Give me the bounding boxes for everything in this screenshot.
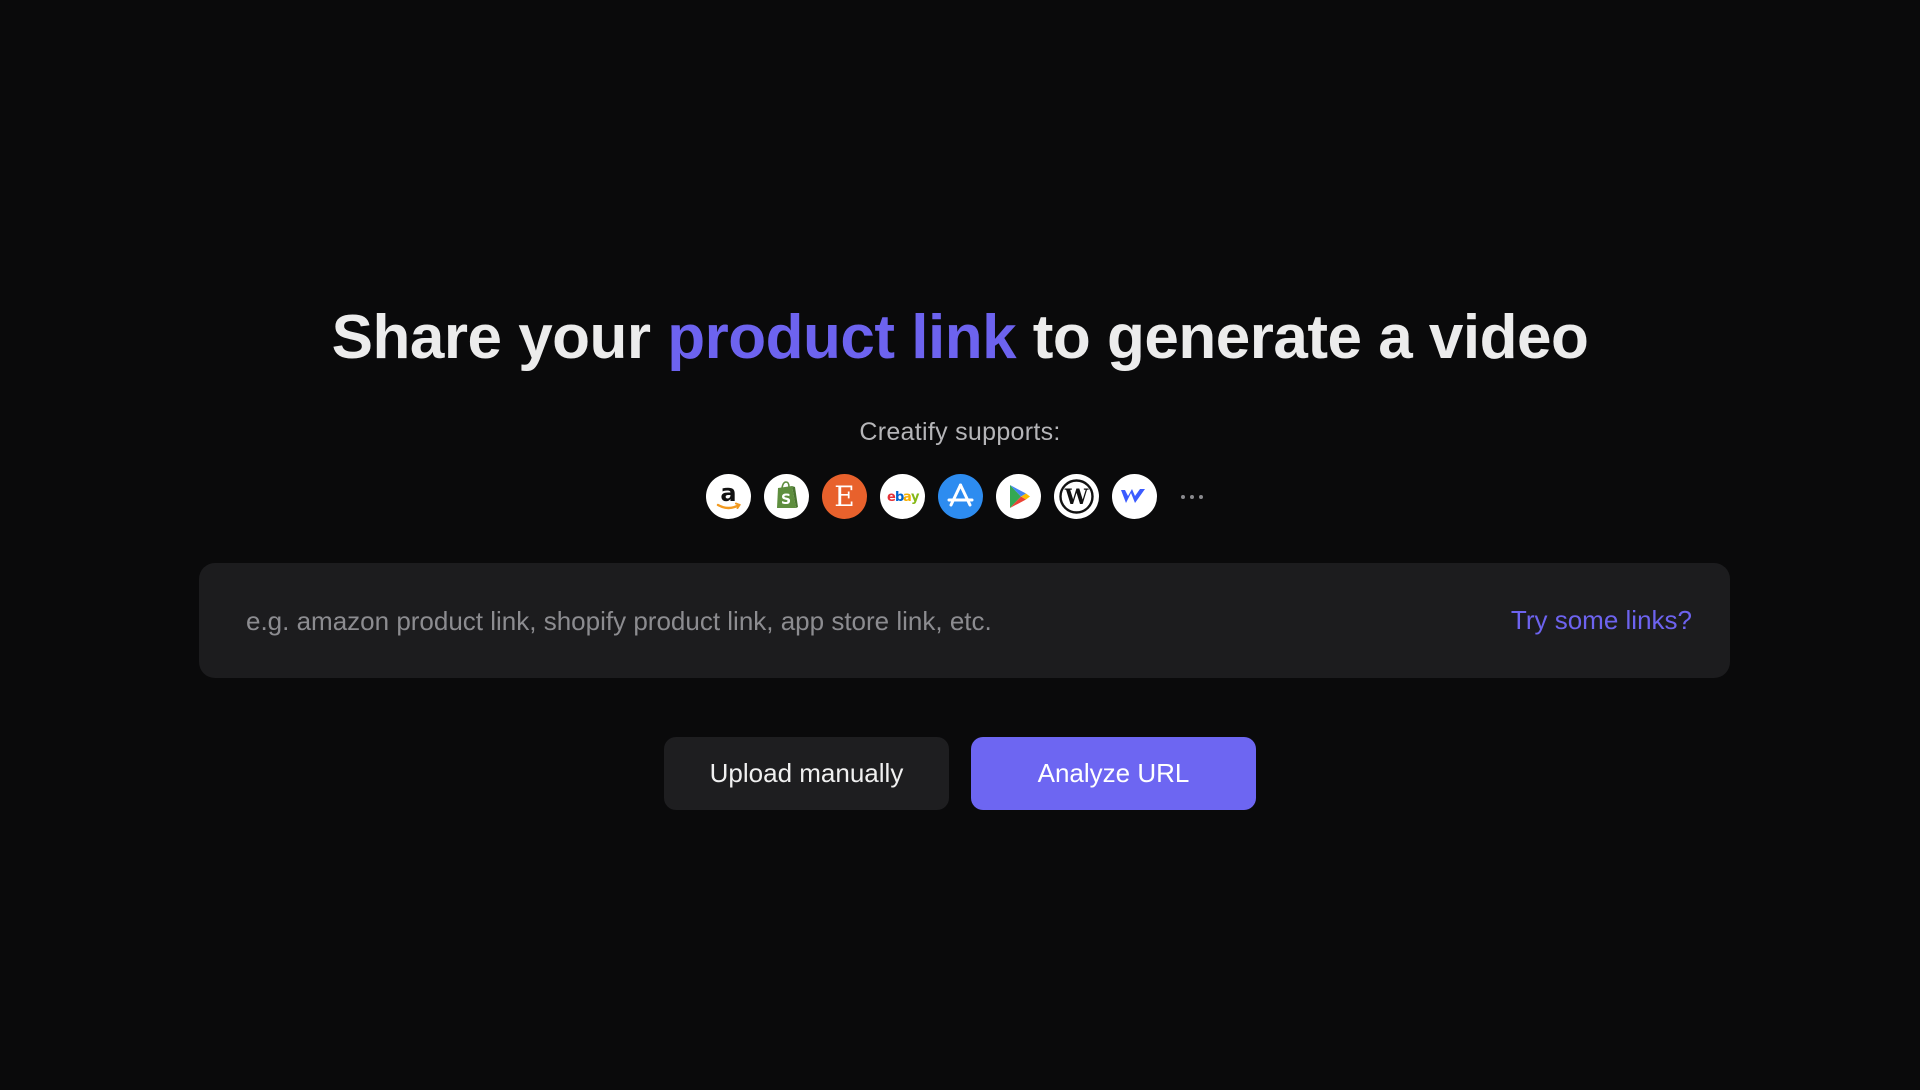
title-part-1: Share your xyxy=(331,303,668,372)
webflow-icon xyxy=(1111,474,1157,519)
try-some-links-link[interactable]: Try some links? xyxy=(1511,563,1692,678)
etsy-icon: E xyxy=(821,474,867,519)
page: Share your product link to generate a vi… xyxy=(0,0,1920,1090)
analyze-url-button[interactable]: Analyze URL xyxy=(971,737,1256,810)
more-dots-icon xyxy=(1170,474,1215,519)
upload-manually-button[interactable]: Upload manually xyxy=(664,737,949,810)
url-input-container: Try some links? xyxy=(199,563,1730,680)
app-store-icon xyxy=(937,474,983,519)
action-buttons: Upload manually Analyze URL xyxy=(0,737,1920,810)
title-part-2: to generate a video xyxy=(1016,303,1589,372)
svg-text:S: S xyxy=(780,492,790,508)
ebay-icon: e b a y xyxy=(879,474,925,519)
amazon-icon: a xyxy=(705,474,751,519)
shopify-icon: S xyxy=(763,474,809,519)
url-input[interactable] xyxy=(244,563,1448,680)
page-title: Share your product link to generate a vi… xyxy=(0,298,1920,378)
svg-text:y: y xyxy=(911,490,920,505)
supports-label: Creatify supports: xyxy=(859,418,1061,446)
google-play-icon xyxy=(995,474,1041,519)
platform-logos: a S E e b a y W xyxy=(0,474,1920,519)
svg-text:a: a xyxy=(720,479,736,507)
svg-text:W: W xyxy=(1063,484,1088,509)
title-accent: product link xyxy=(667,303,1017,372)
wordpress-icon: W xyxy=(1053,474,1099,519)
svg-text:E: E xyxy=(834,480,854,513)
